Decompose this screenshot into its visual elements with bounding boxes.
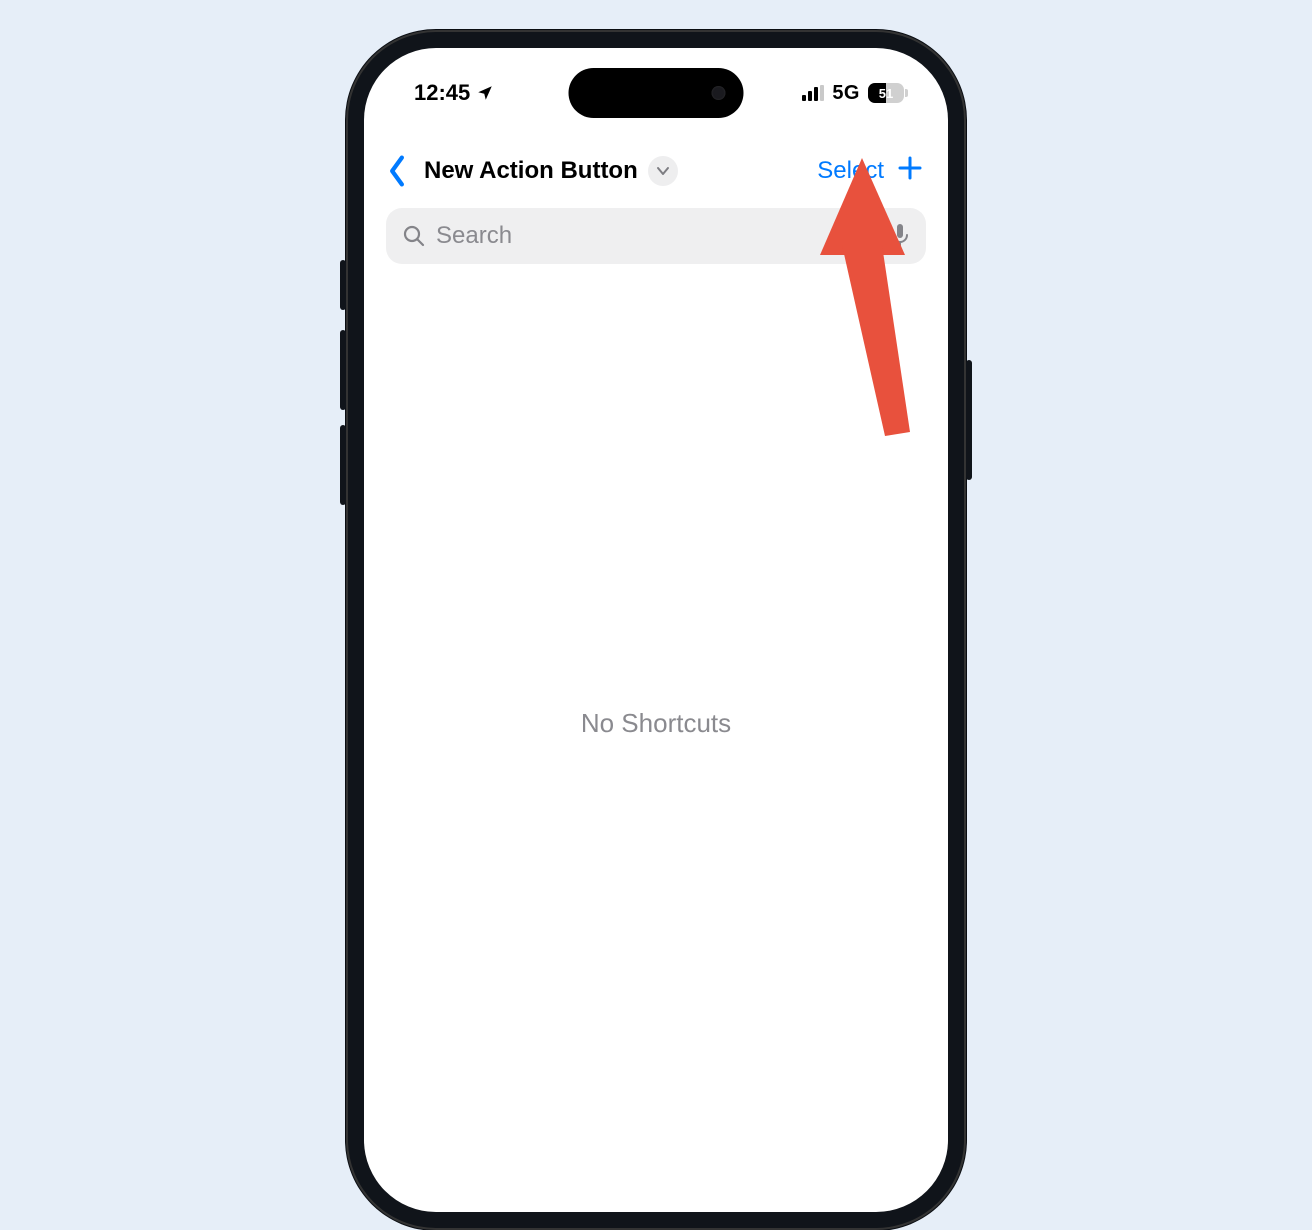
plus-icon — [896, 154, 924, 182]
empty-state-label: No Shortcuts — [364, 708, 948, 739]
phone-frame: 12:45 5G 51 New Acti — [346, 30, 966, 1230]
battery-icon: 51 — [868, 83, 904, 103]
phone-power-button — [966, 360, 972, 480]
navigation-bar: New Action Button Select — [364, 143, 948, 199]
dynamic-island — [569, 68, 744, 118]
status-time: 12:45 — [414, 80, 470, 106]
cellular-signal-icon — [802, 85, 824, 101]
phone-side-button — [340, 260, 346, 310]
search-input[interactable] — [436, 222, 880, 250]
select-button[interactable]: Select — [817, 157, 884, 185]
chevron-down-icon — [656, 166, 670, 176]
add-button[interactable] — [894, 154, 926, 188]
phone-screen: 12:45 5G 51 New Acti — [364, 48, 948, 1212]
phone-volume-down — [340, 425, 346, 505]
location-icon — [476, 84, 494, 102]
search-icon — [402, 224, 426, 248]
phone-volume-up — [340, 330, 346, 410]
back-button[interactable] — [386, 154, 408, 188]
search-bar[interactable] — [386, 208, 926, 264]
network-type: 5G — [832, 82, 860, 105]
page-title: New Action Button — [424, 157, 638, 185]
title-dropdown-button[interactable] — [648, 156, 678, 186]
battery-percent: 51 — [868, 86, 904, 101]
dictation-icon[interactable] — [890, 223, 910, 249]
